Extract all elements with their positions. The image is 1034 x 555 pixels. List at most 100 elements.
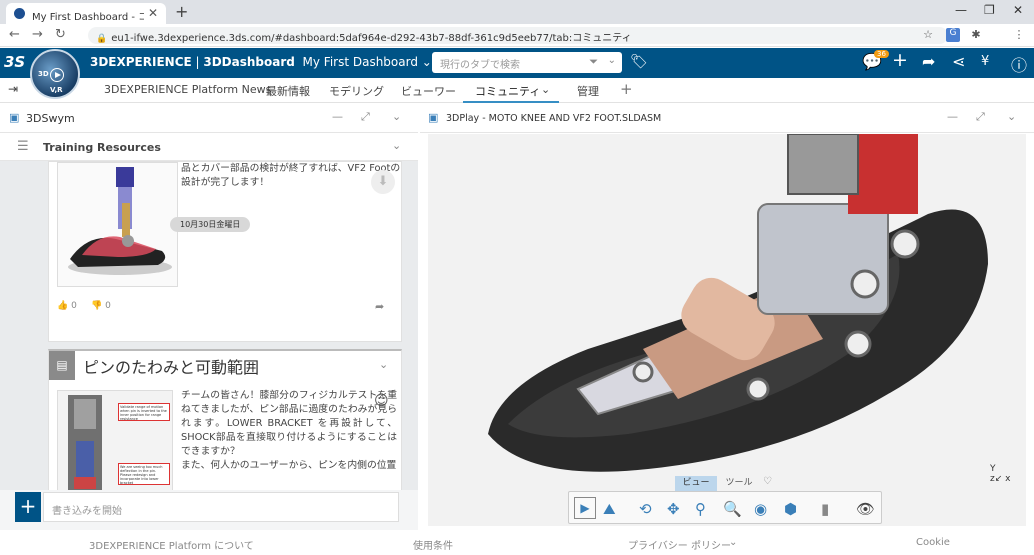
search-input[interactable]: 現行のタブで検索 ⏷ ⌄: [432, 52, 622, 73]
browser-tab[interactable]: My First Dashboard - コミュニティ ✕: [6, 3, 166, 24]
callout-box: Validate range of motion when pin is ins…: [118, 403, 170, 421]
extensions-icon[interactable]: ✱: [969, 28, 983, 42]
post2-thumbnail[interactable]: Validate range of motion when pin is ins…: [57, 390, 173, 490]
help-icon[interactable]: ⓘ: [1011, 52, 1027, 76]
share-post-icon[interactable]: ➦: [375, 300, 384, 313]
pan-icon[interactable]: ✥: [667, 500, 680, 518]
play-title: 3DPlay - MOTO KNEE AND VF2 FOOT.SLDASM: [446, 113, 662, 124]
play-app-icon: ▣: [428, 111, 439, 124]
swym-feed[interactable]: 品とカバー部品の検討が終了すれば、VF2 Footの設計が完了します！ ⬇ 👍 …: [0, 161, 418, 490]
post2-title[interactable]: ピンのたわみと可動範囲: [83, 354, 259, 378]
tab-view[interactable]: ビュー: [675, 476, 717, 491]
tab-modeling[interactable]: モデリング: [329, 83, 384, 99]
view-cube-icon[interactable]: ⬢: [784, 500, 797, 518]
expand-widget-icon[interactable]: ⤢: [361, 110, 370, 124]
widget-menu-icon[interactable]: ⌄: [392, 110, 401, 123]
rotate-icon[interactable]: ⟲: [639, 500, 652, 518]
url-field[interactable]: 🔒 eu1-ifwe.3dexperience.3ds.com/#dashboar…: [88, 27, 948, 44]
sidebar-toggle-icon[interactable]: ⇥: [8, 82, 18, 96]
dashboard-dropdown-icon[interactable]: ⌄: [422, 55, 432, 69]
expand-widget-icon[interactable]: ⤢: [976, 110, 985, 124]
tab-tools[interactable]: ツール: [719, 476, 759, 491]
composer-input[interactable]: 書き込みを開始: [43, 492, 399, 522]
privacy-link[interactable]: プライバシー ポリシー: [628, 537, 731, 552]
swym-title: 3DSwym: [26, 112, 75, 125]
compass-3d-label: 3D: [38, 70, 49, 78]
reload-icon[interactable]: ↻: [55, 27, 66, 42]
dashboard-name[interactable]: My First Dashboard: [303, 55, 418, 69]
thumbs-up-icon: 👍: [57, 301, 69, 311]
tab-admin[interactable]: 管理: [577, 83, 599, 99]
apps-icon[interactable]: ¥: [981, 54, 989, 69]
foot-model-render: [488, 133, 988, 472]
compass-icon[interactable]: 3D V,R: [30, 49, 80, 99]
address-bar-row: ← → ↻ 🔒 eu1-ifwe.3dexperience.3ds.com/#da…: [0, 24, 1034, 47]
hamburger-menu-icon[interactable]: ☰: [17, 139, 29, 154]
post-thumbnail[interactable]: [57, 162, 178, 287]
back-icon[interactable]: ←: [9, 27, 20, 42]
visibility-eye-icon[interactable]: 👁: [856, 500, 875, 518]
axis-triad-icon: Yz↙ x: [990, 464, 1011, 484]
callout-box: We are seeing too much deflection in the…: [118, 463, 170, 485]
share-icon[interactable]: ⋖: [952, 52, 965, 71]
favorite-heart-icon[interactable]: ♡: [763, 476, 772, 487]
notification-badge: 36: [874, 50, 889, 58]
emoji-icon[interactable]: ☺: [374, 393, 389, 409]
minimize-icon[interactable]: —: [955, 3, 967, 17]
about-link[interactable]: 3DEXPERIENCE Platform について: [89, 537, 254, 552]
bookmark-star-icon[interactable]: ☆: [921, 28, 935, 42]
close-tab-icon[interactable]: ✕: [148, 6, 158, 20]
cookie-link[interactable]: Cookie: [916, 537, 950, 548]
tab-viewer[interactable]: ビューワー: [401, 83, 456, 99]
privacy-dropdown-icon[interactable]: ⌄: [729, 537, 737, 548]
footer: 3DEXPERIENCE Platform について 使用条件 プライバシー ポ…: [0, 530, 1034, 555]
zoom-icon[interactable]: 🔍: [723, 500, 742, 518]
widget-menu-icon[interactable]: ⌄: [1007, 110, 1016, 123]
3d-viewport[interactable]: Yz↙ x: [428, 133, 1026, 526]
dislike-button[interactable]: 👎 0: [91, 301, 111, 311]
tag-icon[interactable]: 🏷: [630, 54, 648, 70]
create-post-button[interactable]: +: [15, 492, 41, 522]
play-animation-icon[interactable]: ▶: [574, 497, 596, 519]
like-button[interactable]: 👍 0: [57, 301, 77, 311]
community-header: ☰ Training Resources ⌄: [0, 133, 418, 161]
close-window-icon[interactable]: ✕: [1013, 3, 1023, 17]
download-icon[interactable]: ⬇: [371, 170, 395, 194]
tab-latest[interactable]: 最新情報: [266, 83, 310, 99]
dislike-count: 0: [105, 301, 111, 311]
share-arrow-icon[interactable]: ➦: [922, 52, 935, 71]
composer-bar: + 書き込みを開始: [0, 490, 418, 530]
post-menu-icon[interactable]: ⌄: [379, 358, 388, 371]
orbit-eye-icon[interactable]: ◉: [754, 500, 767, 518]
3ds-logo-icon[interactable]: 3S: [4, 53, 25, 71]
terms-link[interactable]: 使用条件: [413, 537, 453, 552]
browser-menu-icon[interactable]: ⋮: [1012, 28, 1026, 42]
active-tab-indicator: [463, 78, 559, 103]
compass-vr-label: V,R: [50, 86, 63, 94]
translate-extension-icon[interactable]: G: [946, 28, 960, 42]
swym-app-icon: ▣: [9, 111, 20, 124]
date-separator: 10月30日金曜日: [170, 217, 251, 232]
post1-text: 品とカバー部品の検討が終了すれば、VF2 Footの設計が完了します！: [181, 163, 401, 188]
tab-platform-news[interactable]: 3DEXPERIENCE Platform News: [104, 83, 271, 96]
section-cylinder-icon[interactable]: ▮: [821, 500, 829, 518]
post-card: ▤ ピンのたわみと可動範囲 ⌄ Validate range of motion…: [48, 349, 402, 490]
zoom-area-icon[interactable]: ⚲: [695, 500, 706, 518]
filter-icon[interactable]: ⏷: [589, 55, 598, 69]
minimize-widget-icon[interactable]: —: [332, 110, 343, 123]
knee-foot-render-image: [68, 167, 172, 275]
new-tab-icon[interactable]: +: [175, 2, 188, 21]
search-placeholder: 現行のタブで検索: [440, 60, 520, 71]
brand-name: 3DEXPERIENCE: [90, 55, 192, 69]
add-icon[interactable]: +: [892, 49, 908, 71]
viewer-tab-bar: ビュー ツール ♡: [675, 476, 772, 491]
community-title[interactable]: Training Resources: [43, 141, 161, 154]
community-dropdown-icon[interactable]: ⌄: [392, 139, 401, 152]
browser-tab-title: My First Dashboard - コミュニティ: [32, 12, 144, 23]
add-tab-icon[interactable]: +: [620, 80, 633, 98]
chevron-down-icon[interactable]: ⌄: [608, 55, 616, 66]
forward-icon[interactable]: →: [32, 27, 43, 42]
maximize-icon[interactable]: ❐: [984, 3, 995, 17]
view-image-icon[interactable]: ⛰: [603, 500, 616, 518]
minimize-widget-icon[interactable]: —: [947, 110, 958, 123]
